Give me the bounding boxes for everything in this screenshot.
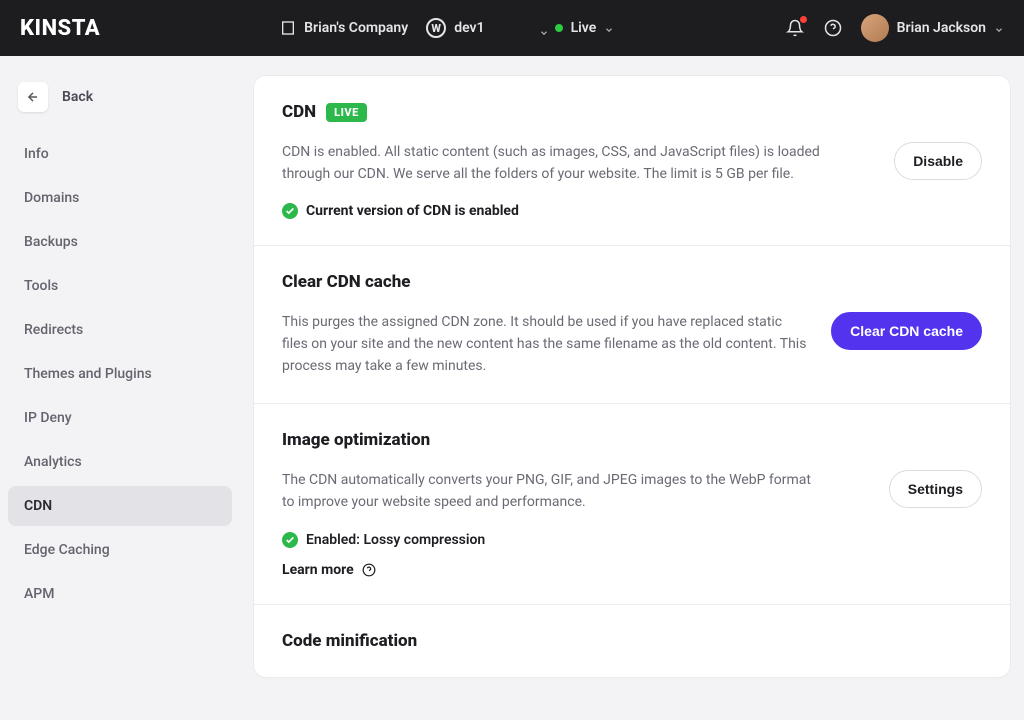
kinsta-logo: KINSTA (20, 16, 100, 41)
company-name: Brian's Company (304, 20, 408, 36)
wordpress-icon: W (426, 18, 446, 38)
avatar (861, 14, 889, 42)
clear-cache-title: Clear CDN cache (282, 272, 411, 292)
chevron-down-icon (994, 23, 1004, 33)
sidebar-item-ip-deny[interactable]: IP Deny (8, 398, 232, 438)
learn-more-label: Learn more (282, 562, 354, 578)
sidebar-item-tools[interactable]: Tools (8, 266, 232, 306)
top-header: KINSTA Brian's Company W dev1 Live (0, 0, 1024, 56)
image-optimization-description: The CDN automatically converts your PNG,… (282, 470, 822, 513)
main-content: CDN LIVE CDN is enabled. All static cont… (240, 56, 1024, 720)
cdn-status: Current version of CDN is enabled (306, 203, 519, 219)
code-minification-title: Code minification (282, 631, 417, 651)
user-menu[interactable]: Brian Jackson (861, 14, 1004, 42)
sidebar-item-cdn[interactable]: CDN (8, 486, 232, 526)
notification-badge-icon (800, 16, 807, 23)
back-label: Back (62, 89, 93, 105)
clear-cache-description: This purges the assigned CDN zone. It sh… (282, 312, 807, 377)
building-icon (280, 20, 296, 36)
clear-cache-section: Clear CDN cache This purges the assigned… (254, 246, 1010, 404)
live-badge: LIVE (326, 103, 367, 122)
sidebar-item-info[interactable]: Info (8, 134, 232, 174)
learn-more-link[interactable]: Learn more (282, 562, 822, 578)
cdn-title: CDN (282, 102, 316, 122)
chevron-down-icon (604, 23, 614, 33)
help-circle-icon (362, 563, 376, 577)
disable-cdn-button[interactable]: Disable (894, 142, 982, 180)
code-minification-section: Code minification (254, 605, 1010, 677)
sidebar-item-backups[interactable]: Backups (8, 222, 232, 262)
sidebar-item-edge-caching[interactable]: Edge Caching (8, 530, 232, 570)
sidebar-item-domains[interactable]: Domains (8, 178, 232, 218)
image-optimization-status: Enabled: Lossy compression (306, 532, 485, 548)
cdn-description: CDN is enabled. All static content (such… (282, 142, 822, 185)
image-optimization-settings-button[interactable]: Settings (889, 470, 982, 508)
clear-cdn-cache-button[interactable]: Clear CDN cache (831, 312, 982, 350)
notifications-button[interactable] (785, 18, 805, 38)
sidebar: Back Info Domains Backups Tools Redirect… (0, 56, 240, 720)
sidebar-item-redirects[interactable]: Redirects (8, 310, 232, 350)
image-optimization-title: Image optimization (282, 430, 430, 450)
site-selector[interactable]: W dev1 (426, 18, 484, 38)
environment-selector[interactable]: Live (555, 20, 615, 36)
sidebar-item-apm[interactable]: APM (8, 574, 232, 614)
back-button[interactable] (18, 82, 48, 112)
sidebar-item-analytics[interactable]: Analytics (8, 442, 232, 482)
user-name: Brian Jackson (897, 20, 986, 36)
status-dot-icon (555, 24, 563, 32)
company-selector[interactable]: Brian's Company (280, 20, 408, 36)
check-circle-icon (282, 203, 298, 219)
cdn-section: CDN LIVE CDN is enabled. All static cont… (254, 76, 1010, 246)
chevron-down-icon[interactable] (539, 23, 549, 33)
sidebar-item-themes-plugins[interactable]: Themes and Plugins (8, 354, 232, 394)
image-optimization-section: Image optimization The CDN automatically… (254, 404, 1010, 604)
check-circle-icon (282, 532, 298, 548)
environment-label: Live (571, 20, 597, 36)
site-name: dev1 (454, 20, 484, 36)
help-button[interactable] (823, 18, 843, 38)
